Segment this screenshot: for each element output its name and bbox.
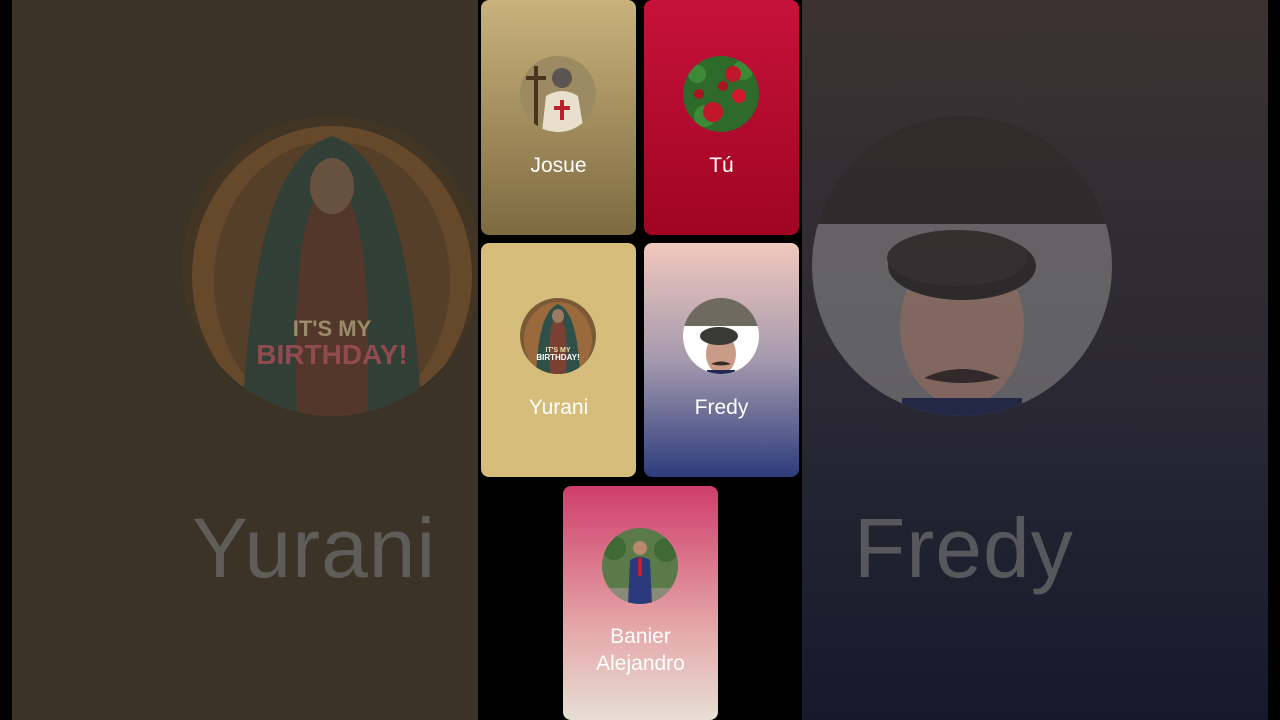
background-panel-left: IT'S MY BIRTHDAY! Yurani bbox=[12, 0, 478, 720]
man-beret-avatar-icon bbox=[812, 116, 1112, 416]
badge-text: BIRTHDAY! bbox=[256, 339, 407, 370]
participant-tile-fredy[interactable]: Fredy bbox=[644, 243, 799, 477]
knight-avatar-icon bbox=[520, 56, 596, 132]
participant-tile-yurani[interactable]: IT'S MY BIRTHDAY! Yurani bbox=[481, 243, 636, 477]
virgin-mary-avatar-icon: IT'S MY BIRTHDAY! bbox=[520, 298, 596, 374]
participant-name: Josue bbox=[530, 154, 587, 177]
badge-text: IT'S MY bbox=[293, 316, 372, 341]
man-beret-avatar-icon bbox=[683, 298, 759, 374]
participant-tile-josue[interactable]: Josue bbox=[481, 0, 636, 235]
participant-name: Banier Alejandro bbox=[563, 623, 718, 677]
participant-tile-tu[interactable]: Tú bbox=[644, 0, 799, 235]
background-name-left: Yurani bbox=[192, 501, 437, 595]
man-suit-avatar-icon bbox=[602, 528, 678, 604]
participant-tile-banier-alejandro[interactable]: Banier Alejandro bbox=[563, 486, 718, 720]
background-name-right: Fredy bbox=[854, 501, 1074, 595]
badge-text: BIRTHDAY! bbox=[536, 353, 579, 362]
participant-name: Tú bbox=[709, 154, 734, 177]
participants-grid: Josue Tú IT'S MY BIRTHDAY! Yurani Fredy … bbox=[478, 0, 802, 720]
participant-name: Fredy bbox=[694, 396, 749, 419]
virgin-mary-avatar-icon: IT'S MY BIRTHDAY! bbox=[182, 116, 478, 416]
participant-name: Yurani bbox=[528, 396, 589, 419]
participant-name-line2: Alejandro bbox=[596, 652, 685, 675]
participant-name-line1: Banier bbox=[610, 625, 671, 648]
roses-avatar-icon bbox=[683, 56, 759, 132]
background-panel-right: Fredy bbox=[802, 0, 1268, 720]
